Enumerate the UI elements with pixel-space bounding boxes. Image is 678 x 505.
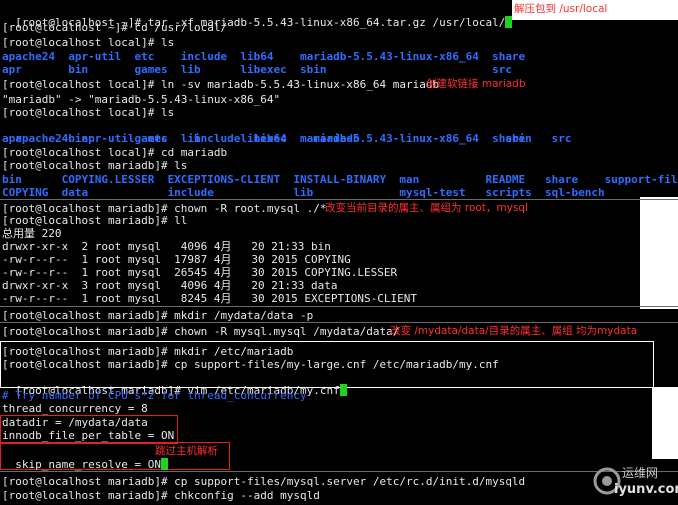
config-comment: # Try number of CPU's*2 for thread_concu… — [2, 389, 307, 402]
terminal-line: "mariadb" -> "mariadb-5.5.43-linux-x86_6… — [2, 93, 281, 106]
ls-output-row: apache24 apr-util etc include lib64 mari… — [2, 50, 526, 63]
background-strip-right-lower — [652, 387, 678, 459]
annotation-extract: 解压包到 /usr/local — [514, 3, 608, 15]
ls-output-row: COPYING data include lib mysql-test scri… — [2, 186, 605, 199]
background-strip-right — [640, 197, 678, 309]
terminal-line: [root@localhost mariadb]# ls — [2, 159, 188, 172]
watermark-cn: 运维网 — [622, 466, 659, 480]
separator — [0, 471, 678, 472]
cursor-icon — [339, 384, 347, 396]
ls-output-row: apache24 apr-util etc include lib64 mari… — [15, 132, 572, 145]
ls-output-row: bin COPYING.LESSER EXCEPTIONS-CLIENT INS… — [2, 173, 678, 186]
terminal-line: [root@localhost mariadb]# chkconfig --ad… — [2, 489, 320, 502]
config-line: skip_name_resolve = ON — [2, 445, 168, 471]
terminal-line: [root@localhost local]# cd mariadb — [2, 146, 228, 159]
cursor-icon — [505, 16, 513, 28]
annotation-chown-mysql: 改变 /mydata/data/目录的属主、属组 均为mydata — [390, 325, 638, 337]
ll-row: -rw-r--r-- 1 root mysql 26545 4月 30 2015… — [2, 266, 398, 279]
watermark-url: iyunv.com — [614, 482, 678, 497]
annotation-chown-root: 改变当前目录的属主、属组为 root，mysql — [325, 202, 528, 214]
config-line: datadir = /mydata/data — [2, 416, 148, 429]
ll-row: drwxr-xr-x 3 root mysql 4096 4月 20 21:33… — [2, 279, 338, 292]
terminal-line: [root@localhost local]# ls — [2, 106, 175, 119]
terminal-line: [root@localhost local]# ls — [2, 36, 175, 49]
config-line: innodb_file_per_table = ON — [2, 429, 175, 442]
terminal-line: [root@localhost mariadb]# ll — [2, 214, 188, 227]
terminal-line: [root@localhost ~]# tar -xf mariadb-5.5.… — [2, 3, 513, 29]
terminal-line: [root@localhost ~]# cd /usr/local/ — [2, 21, 228, 34]
watermark: 运维网 iyunv.com — [592, 460, 678, 504]
terminal-line: [root@localhost mariadb]# vim /etc/maria… — [2, 371, 347, 397]
terminal-line: [root@localhost mariadb]# chown -R mysql… — [2, 325, 400, 338]
ll-row: -rw-r--r-- 1 root mysql 8245 4月 30 2015 … — [2, 292, 417, 305]
ll-row: -rw-r--r-- 1 root mysql 17987 4月 30 2015… — [2, 253, 351, 266]
terminal-line: [root@localhost local]# ln -sv mariadb-5… — [2, 78, 440, 91]
config-line: thread_concurrency = 8 — [2, 402, 148, 415]
terminal-line: [root@localhost mariadb]# mkdir /mydata/… — [2, 309, 314, 322]
annotation-symlink: 创建软链接 mariadb — [426, 78, 526, 90]
terminal-line: 总用量 220 — [2, 227, 62, 240]
terminal-line: [root@localhost mariadb]# cp support-fil… — [2, 475, 526, 488]
separator — [0, 306, 678, 307]
separator — [0, 322, 678, 323]
cursor-icon — [160, 458, 168, 470]
ls-output-row: apr bin games lib libexec mariadb-5.5.43… — [2, 132, 526, 145]
annotation-skip-resolve: 跳过主机解析 — [155, 445, 218, 457]
separator — [0, 199, 678, 200]
terminal-line: [root@localhost mariadb]# cp support-fil… — [2, 358, 499, 371]
ls-output-row: apr bin games lib libexec sbin src — [2, 63, 512, 76]
terminal-line: [root@localhost mariadb]# mkdir /etc/mar… — [2, 345, 294, 358]
ll-row: drwxr-xr-x 2 root mysql 4096 4月 20 21:33… — [2, 240, 331, 253]
